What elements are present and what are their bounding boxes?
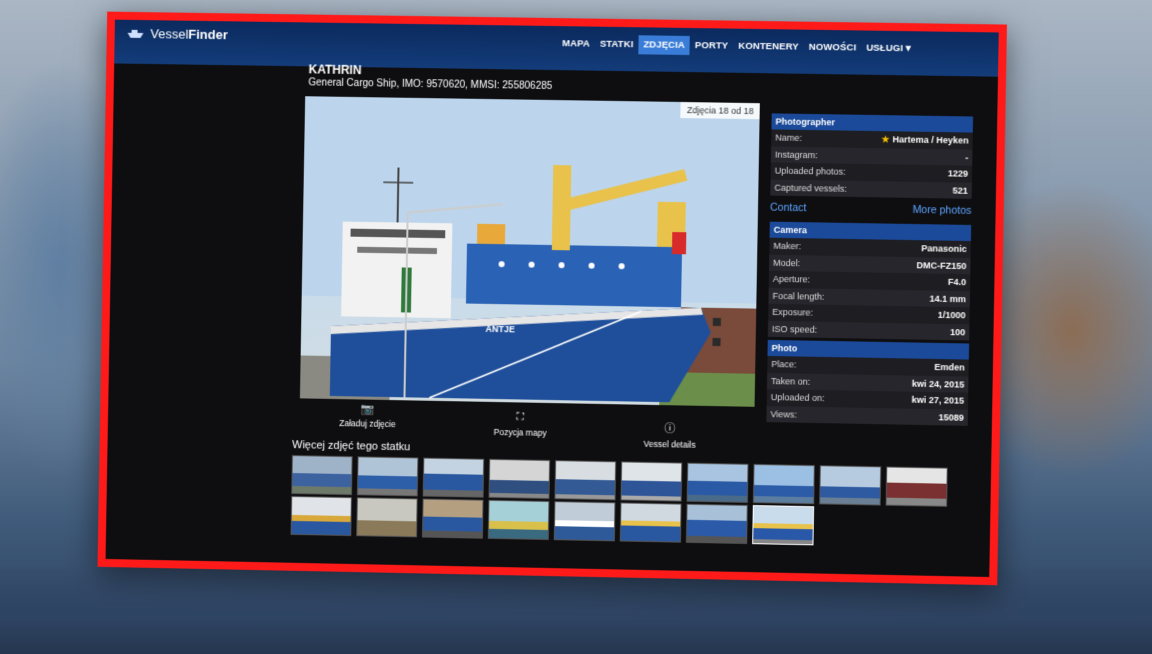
photographer-panel: Photographer Name: ★ Hartema / Heyken Ins… xyxy=(770,113,974,199)
row-value: kwi 27, 2015 xyxy=(911,394,965,406)
vessel-subtitle: General Cargo Ship, IMO: 9570620, MMSI: … xyxy=(308,77,553,93)
vessel-name: KATHRIN xyxy=(308,62,362,78)
row-key: Uploaded on: xyxy=(770,392,825,404)
upload-photo-button[interactable]: 📷 Załaduj zdjęcie xyxy=(339,402,396,429)
thumbnail[interactable] xyxy=(885,466,948,507)
logo-text-finder: Finder xyxy=(188,26,228,43)
row-value: DMC-FZ150 xyxy=(916,259,967,271)
thumbnail[interactable] xyxy=(356,456,419,497)
thumbnail[interactable] xyxy=(620,461,683,502)
row-key: Views: xyxy=(770,408,798,420)
browser-screen: VesselFinder MAPA STATKI ZDJĘCIA PORTY K… xyxy=(105,19,999,578)
row-value: 100 xyxy=(950,326,966,337)
row-key: Captured vessels: xyxy=(774,182,847,194)
row-key: Place: xyxy=(771,359,797,370)
top-navigation-bar: VesselFinder MAPA STATKI ZDJĘCIA PORTY K… xyxy=(114,19,999,77)
row-key: Exposure: xyxy=(772,306,814,318)
ship-illustration: ANTJE xyxy=(300,96,760,407)
vessel-details-label: Vessel details xyxy=(643,438,696,450)
main-nav: MAPA STATKI ZDJĘCIA PORTY KONTENERY NOWO… xyxy=(557,34,916,58)
upload-photo-label: Załaduj zdjęcie xyxy=(339,418,396,430)
more-photos-title: Więcej zdjęć tego statku xyxy=(292,439,411,454)
photo-counter: Zdjęcia 18 od 18 xyxy=(680,101,760,120)
thumbnail[interactable] xyxy=(421,498,484,539)
contact-link[interactable]: Contact xyxy=(770,202,807,215)
star-icon: ★ xyxy=(881,134,890,145)
thumbnail[interactable] xyxy=(685,503,748,545)
map-position-label: Pozycja mapy xyxy=(493,426,547,438)
nav-item-uslugi[interactable]: USŁUGI ▾ xyxy=(861,39,916,59)
photo-info-panel: Photo Place: Emden Taken on: kwi 24, 2015 … xyxy=(766,339,970,426)
nav-item-nowosci[interactable]: NOWOŚCI xyxy=(804,38,862,58)
ship-logo-icon xyxy=(128,29,145,38)
photographer-links: Contact More photos xyxy=(770,202,972,217)
info-icon: ⓘ xyxy=(664,423,676,436)
camera-row: ISO speed: 100 xyxy=(767,320,970,341)
more-photos-link[interactable]: More photos xyxy=(912,204,971,217)
row-key: Maker: xyxy=(773,240,802,252)
hull-name: ANTJE xyxy=(485,324,515,335)
row-key: Uploaded photos: xyxy=(774,165,846,177)
row-value: Emden xyxy=(934,361,965,373)
thumbnail[interactable] xyxy=(819,465,882,506)
map-icon: ⛶ xyxy=(516,411,525,424)
thumbnail[interactable] xyxy=(553,501,616,542)
row-value: F4.0 xyxy=(947,276,967,288)
thumbnail[interactable] xyxy=(356,497,418,538)
thumbnail[interactable] xyxy=(619,502,682,543)
row-key: Model: xyxy=(773,257,801,268)
vessel-photo[interactable]: ANTJE Zdjęcia 18 od 18 xyxy=(299,96,760,407)
logo-text-vessel: Vessel xyxy=(150,26,189,42)
thumbnail[interactable] xyxy=(422,457,485,498)
row-value: 521 xyxy=(952,184,968,196)
row-value: 15089 xyxy=(938,411,964,423)
nav-item-statki[interactable]: STATKI xyxy=(595,35,639,55)
vessel-details-button[interactable]: ⓘ Vessel details xyxy=(643,420,696,450)
thumbnail[interactable] xyxy=(488,458,551,500)
vesselfinder-logo[interactable]: VesselFinder xyxy=(126,26,228,43)
thumbnail-selected[interactable] xyxy=(752,505,815,546)
nav-item-kontenery[interactable]: KONTENERY xyxy=(733,37,804,57)
row-value: 1/1000 xyxy=(937,309,966,321)
thumbnail[interactable] xyxy=(752,463,815,505)
nav-item-mapa[interactable]: MAPA xyxy=(557,34,595,54)
row-value: Panasonic xyxy=(921,243,967,255)
row-key: Focal length: xyxy=(772,290,825,302)
row-key: Name: xyxy=(775,132,803,143)
red-highlight-frame: VesselFinder MAPA STATKI ZDJĘCIA PORTY K… xyxy=(97,11,1007,586)
row-value: 1229 xyxy=(947,168,969,179)
thumbnail[interactable] xyxy=(291,455,353,496)
row-key: Taken on: xyxy=(770,375,811,387)
thumbnail[interactable] xyxy=(290,495,352,537)
camera-panel: Camera Maker: Panasonic Model: DMC-FZ150 A… xyxy=(767,221,972,341)
row-value: Hartema / Heyken xyxy=(892,134,969,146)
photographer-row-captured: Captured vessels: 521 xyxy=(770,179,972,199)
thumbnail[interactable] xyxy=(686,462,749,503)
row-key: Aperture: xyxy=(772,273,811,285)
row-value: - xyxy=(965,152,969,163)
photographer-name-link[interactable]: ★ Hartema / Heyken xyxy=(881,134,968,146)
nav-item-porty[interactable]: PORTY xyxy=(690,36,734,56)
map-position-button[interactable]: ⛶ Pozycja mapy xyxy=(494,411,547,438)
row-value: kwi 24, 2015 xyxy=(911,378,965,390)
thumbnail[interactable] xyxy=(554,460,617,501)
camera-icon: 📷 xyxy=(360,403,375,416)
row-key: Instagram: xyxy=(774,149,818,160)
nav-item-zdjecia[interactable]: ZDJĘCIA xyxy=(638,35,691,56)
photo-info-row: Views: 15089 xyxy=(766,405,968,426)
thumbnail[interactable] xyxy=(487,499,550,541)
row-value: 14.1 mm xyxy=(929,293,966,304)
row-key: ISO speed: xyxy=(771,323,818,335)
